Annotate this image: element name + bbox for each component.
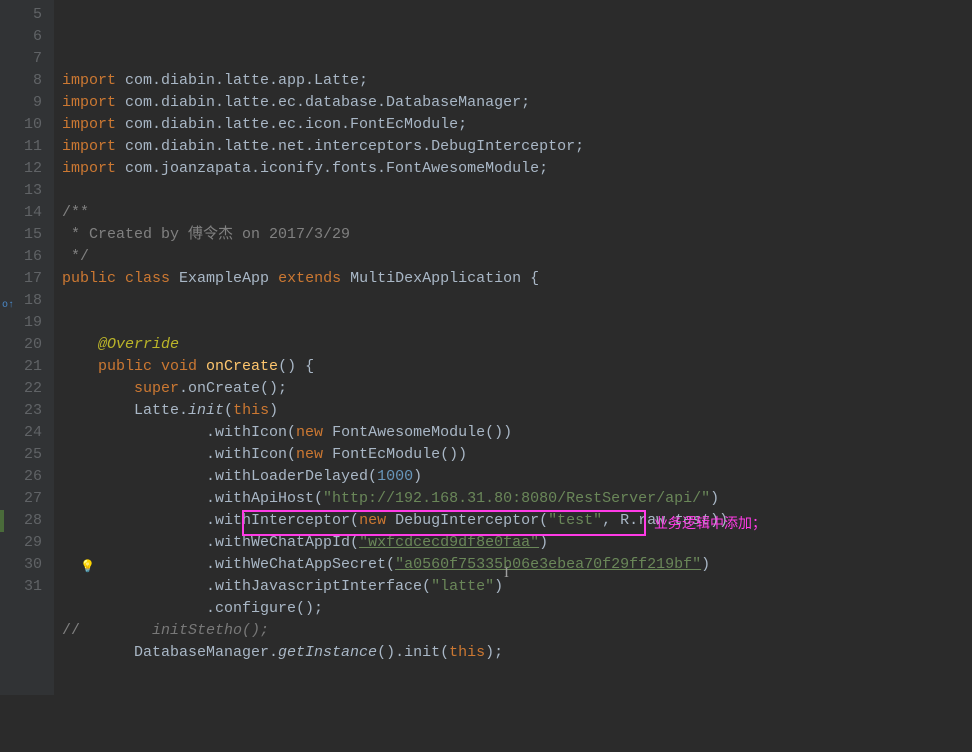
- code-line[interactable]: .withIcon(new FontEcModule()): [62, 444, 972, 466]
- text-cursor-icon: I: [504, 562, 509, 584]
- code-line[interactable]: // initStetho();: [62, 620, 972, 642]
- code-line[interactable]: .withJavascriptInterface("latte"): [62, 576, 972, 598]
- line-number: 5: [8, 4, 42, 26]
- line-number: 8: [8, 70, 42, 92]
- code-line[interactable]: import com.joanzapata.iconify.fonts.Font…: [62, 158, 972, 180]
- code-line[interactable]: @Override: [62, 334, 972, 356]
- code-line[interactable]: * Created by 傅令杰 on 2017/3/29: [62, 224, 972, 246]
- code-line[interactable]: [62, 180, 972, 202]
- code-line[interactable]: */: [62, 246, 972, 268]
- line-number: 22: [8, 378, 42, 400]
- code-line[interactable]: .withWeChatAppSecret("a0560f75335b06e3eb…: [62, 554, 972, 576]
- line-number: 25: [8, 444, 42, 466]
- line-number: 24: [8, 422, 42, 444]
- code-line[interactable]: .withIcon(new FontAwesomeModule()): [62, 422, 972, 444]
- code-line[interactable]: public class ExampleApp extends MultiDex…: [62, 268, 972, 290]
- line-number-gutter: 56789101112131415161718o↑192021222324252…: [0, 0, 54, 695]
- code-line[interactable]: .withInterceptor(new DebugInterceptor("t…: [62, 510, 972, 532]
- code-line[interactable]: /**: [62, 202, 972, 224]
- code-line[interactable]: [62, 290, 972, 312]
- line-number: 6: [8, 26, 42, 48]
- line-number: 30: [8, 554, 42, 576]
- intention-bulb-icon[interactable]: 💡: [80, 556, 95, 578]
- line-number: 17: [8, 268, 42, 290]
- line-number: 20: [8, 334, 42, 356]
- code-editor[interactable]: 56789101112131415161718o↑192021222324252…: [0, 0, 972, 695]
- line-number: 31: [8, 576, 42, 598]
- line-number: 18o↑: [8, 290, 42, 312]
- line-number: 15: [8, 224, 42, 246]
- line-number: 27: [8, 488, 42, 510]
- line-number: 11: [8, 136, 42, 158]
- line-number: 23: [8, 400, 42, 422]
- line-number: 10: [8, 114, 42, 136]
- code-line[interactable]: import com.diabin.latte.ec.icon.FontEcMo…: [62, 114, 972, 136]
- code-line[interactable]: super.onCreate();: [62, 378, 972, 400]
- line-number: 16: [8, 246, 42, 268]
- code-line[interactable]: public void onCreate() {: [62, 356, 972, 378]
- line-number: 28: [8, 510, 42, 532]
- line-number: 29: [8, 532, 42, 554]
- code-line[interactable]: .withWeChatAppId("wxfcdcecd9df8e0faa"): [62, 532, 972, 554]
- code-line[interactable]: [62, 312, 972, 334]
- code-area[interactable]: import com.diabin.latte.app.Latte;import…: [54, 0, 972, 695]
- line-number: 19: [8, 312, 42, 334]
- code-line[interactable]: import com.diabin.latte.app.Latte;: [62, 70, 972, 92]
- modified-marker: [0, 510, 4, 532]
- line-number: 12: [8, 158, 42, 180]
- code-line[interactable]: Latte.init(this): [62, 400, 972, 422]
- code-line[interactable]: DatabaseManager.getInstance().init(this)…: [62, 642, 972, 664]
- line-number: 9: [8, 92, 42, 114]
- code-line[interactable]: .withLoaderDelayed(1000): [62, 466, 972, 488]
- code-line[interactable]: .configure();: [62, 598, 972, 620]
- code-line[interactable]: .withApiHost("http://192.168.31.80:8080/…: [62, 488, 972, 510]
- line-number: 13: [8, 180, 42, 202]
- code-line[interactable]: import com.diabin.latte.net.interceptors…: [62, 136, 972, 158]
- line-number: 21: [8, 356, 42, 378]
- code-line[interactable]: import com.diabin.latte.ec.database.Data…: [62, 92, 972, 114]
- line-number: 14: [8, 202, 42, 224]
- line-number: 26: [8, 466, 42, 488]
- line-number: 7: [8, 48, 42, 70]
